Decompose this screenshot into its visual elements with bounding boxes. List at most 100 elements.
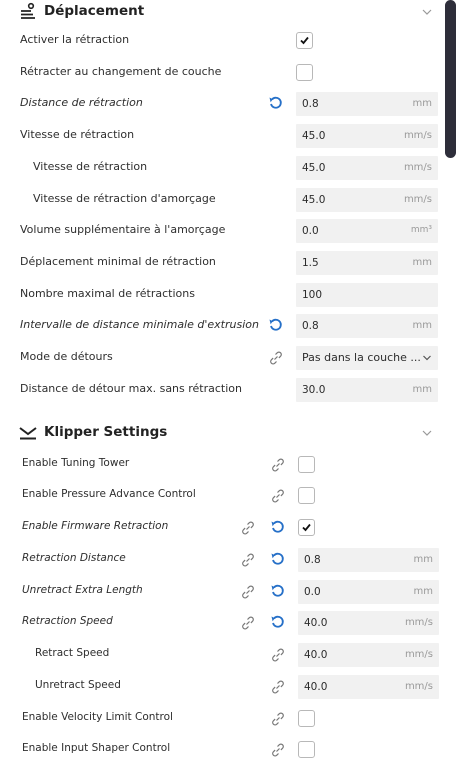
field-unit: mm [412,320,432,331]
link-icon[interactable] [270,742,286,758]
settings-panel: Déplacement Activer la rétraction Rétrac… [0,0,455,758]
field-unit: mm [412,384,432,395]
unretract-speed-input[interactable]: 40.0 mm/s [298,675,439,699]
scrollbar-thumb[interactable] [445,0,456,158]
scrollbar-track[interactable] [455,0,470,750]
reset-icon[interactable] [268,318,283,333]
field-value: 1.5 [302,257,319,269]
field-unit: mm/s [403,162,432,173]
setting-row: Mode de détours Pas dans la couche ... [0,344,445,372]
retraction-enable-checkbox[interactable] [296,32,313,49]
setting-label: Rétracter au changement de couche [20,65,222,78]
link-icon[interactable] [240,615,256,631]
setting-label: Nombre maximal de rétractions [20,287,195,300]
retraction-speed-sub-input[interactable]: 45.0 mm/s [296,156,438,180]
setting-row: Enable Tuning Tower [0,451,445,479]
retract-layer-change-checkbox[interactable] [296,64,313,81]
select-value: Pas dans la couche ... [302,351,421,364]
klipper-retraction-distance-input[interactable]: 0.8 mm [298,548,439,572]
max-retractions-input[interactable]: 100 [296,283,438,307]
link-icon[interactable] [270,488,286,504]
reset-icon[interactable] [270,584,285,599]
field-value: 40.0 [304,617,328,629]
link-icon[interactable] [270,457,286,473]
link-icon[interactable] [240,520,256,536]
setting-label: Unretract Speed [35,679,121,691]
setting-row: Enable Input Shaper Control [0,736,445,764]
setting-row: Enable Pressure Advance Control [0,482,445,510]
field-value: 45.0 [302,194,326,206]
checkmark-icon [300,36,309,45]
section-header-deplacement[interactable]: Déplacement [0,0,445,26]
chevron-down-icon[interactable] [420,5,434,19]
setting-label: Enable Firmware Retraction [22,520,169,532]
setting-row: Déplacement minimal de rétraction 1.5 mm [0,249,445,277]
chevron-down-icon[interactable] [420,426,434,440]
retraction-speed-input[interactable]: 45.0 mm/s [296,124,438,148]
section-title: Klipper Settings [44,424,168,440]
reset-icon[interactable] [270,552,285,567]
field-value: 40.0 [304,681,328,693]
velocity-limit-checkbox[interactable] [298,710,315,727]
link-icon[interactable] [268,350,284,366]
setting-label: Volume supplémentaire à l'amorçage [20,223,226,236]
firmware-retraction-checkbox[interactable] [298,519,315,536]
field-value: 0.8 [302,320,319,332]
link-icon[interactable] [270,711,286,727]
setting-label: Enable Velocity Limit Control [22,711,173,723]
setting-row: Unretract Speed 40.0 mm/s [0,673,445,701]
field-unit: mm/s [404,681,433,692]
field-value: 0.0 [302,225,319,237]
setting-label: Vitesse de rétraction [33,160,148,173]
field-unit: mm [413,554,433,565]
field-value: 45.0 [302,162,326,174]
setting-row: Retraction Distance 0.8 mm [0,546,445,574]
retraction-distance-input[interactable]: 0.8 mm [296,92,438,116]
setting-label: Unretract Extra Length [22,584,143,596]
prime-speed-input[interactable]: 45.0 mm/s [296,188,438,212]
setting-row: Intervalle de distance minimale d'extrus… [0,312,445,340]
extra-prime-volume-input[interactable]: 0.0 mm³ [296,219,438,243]
setting-label: Retraction Distance [22,552,126,564]
setting-label: Retract Speed [35,647,110,659]
link-icon[interactable] [270,679,286,695]
max-comb-distance-input[interactable]: 30.0 mm [296,378,438,402]
section-header-klipper[interactable]: Klipper Settings [0,421,445,447]
field-value: 30.0 [302,384,326,396]
reset-icon[interactable] [270,520,285,535]
reset-icon[interactable] [270,615,285,630]
field-value: 100 [302,289,323,301]
setting-label: Distance de rétraction [20,96,143,109]
setting-row: Distance de rétraction 0.8 mm [0,90,445,118]
pressure-advance-checkbox[interactable] [298,487,315,504]
link-icon[interactable] [240,552,256,568]
field-value: 40.0 [304,649,328,661]
unretract-extra-length-input[interactable]: 0.0 mm [298,580,439,604]
retract-speed-input[interactable]: 40.0 mm/s [298,643,439,667]
setting-row: Retract Speed 40.0 mm/s [0,641,445,669]
section-title: Déplacement [44,3,145,19]
klipper-icon [19,427,37,440]
tuning-tower-checkbox[interactable] [298,456,315,473]
field-value: 0.8 [302,98,319,110]
field-value: 0.0 [304,586,321,598]
link-icon[interactable] [270,647,286,663]
field-unit: mm/s [404,649,433,660]
setting-label: Distance de détour max. sans rétraction [20,382,242,395]
setting-row: Vitesse de rétraction 45.0 mm/s [0,154,445,182]
setting-row: Enable Firmware Retraction [0,514,445,542]
field-unit: mm [412,98,432,109]
reset-icon[interactable] [268,96,283,111]
setting-row: Retraction Speed 40.0 mm/s [0,609,445,637]
min-travel-input[interactable]: 1.5 mm [296,251,438,275]
combing-mode-select[interactable]: Pas dans la couche ... [296,346,438,370]
setting-row: Rétracter au changement de couche [0,59,445,87]
field-value: 45.0 [302,130,326,142]
setting-label: Retraction Speed [22,615,113,627]
link-icon[interactable] [240,584,256,600]
setting-row: Volume supplémentaire à l'amorçage 0.0 m… [0,217,445,245]
min-extrusion-window-input[interactable]: 0.8 mm [296,314,438,338]
klipper-retraction-speed-input[interactable]: 40.0 mm/s [298,611,439,635]
setting-label: Mode de détours [20,350,113,363]
field-unit: mm/s [403,194,432,205]
